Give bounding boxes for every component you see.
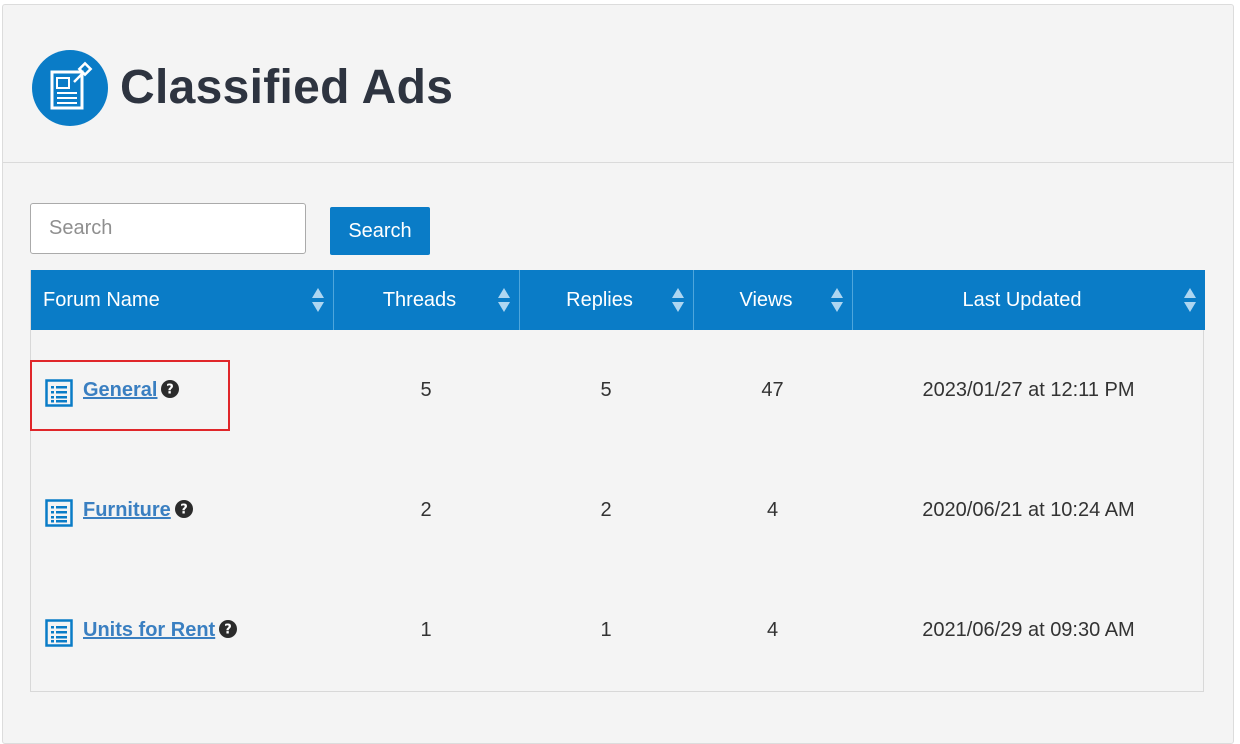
forum-table: Forum Name Threads Replies Views Last Up… — [30, 270, 1205, 692]
column-header-replies[interactable]: Replies — [519, 270, 693, 330]
forum-list-icon — [45, 619, 73, 647]
threads-cell: 5 — [420, 379, 432, 401]
help-icon[interactable]: ? — [174, 500, 193, 518]
forum-list-icon — [45, 379, 73, 407]
sort-icon — [672, 288, 684, 312]
last-updated-cell: 2020/06/21 at 10:24 AM — [922, 499, 1135, 521]
sort-icon — [312, 288, 324, 312]
views-cell: 4 — [766, 499, 779, 521]
forum-name-cell: Units for Rent ? — [45, 570, 238, 690]
views-cell: 47 — [761, 379, 784, 401]
forum-list-icon — [45, 499, 73, 527]
forum-link-general[interactable]: General — [83, 379, 157, 402]
replies-cell: 5 — [600, 379, 612, 401]
forum-link-units-for-rent[interactable]: Units for Rent — [83, 619, 215, 642]
help-icon[interactable]: ? — [219, 620, 238, 638]
last-updated-cell: 2023/01/27 at 12:11 PM — [922, 379, 1135, 401]
search-input[interactable] — [30, 203, 306, 254]
column-header-forum-name[interactable]: Forum Name — [31, 270, 333, 330]
page-header: Classified Ads — [3, 5, 1233, 163]
table-row: Units for Rent ? 1 1 4 2021/06/29 at 09:… — [31, 570, 1203, 690]
column-header-views[interactable]: Views — [693, 270, 852, 330]
table-row: General ? 5 5 47 2023/01/27 at 12:11 PM — [31, 330, 1203, 450]
help-icon[interactable]: ? — [161, 380, 180, 398]
column-header-last-updated[interactable]: Last Updated — [852, 270, 1205, 330]
table-header: Forum Name Threads Replies Views Last Up… — [31, 270, 1205, 330]
svg-text:?: ? — [180, 503, 188, 518]
replies-cell: 1 — [600, 619, 612, 641]
classified-ads-logo-icon — [32, 50, 108, 126]
forum-name-cell: Furniture ? — [45, 450, 193, 570]
column-header-threads[interactable]: Threads — [333, 270, 519, 330]
views-cell: 4 — [766, 619, 779, 641]
table-row: Furniture ? 2 2 4 2020/06/21 at 10:24 AM — [31, 450, 1203, 570]
forum-name-cell: General ? — [45, 330, 180, 450]
threads-cell: 1 — [420, 619, 432, 641]
page-title: Classified Ads — [120, 61, 454, 114]
threads-cell: 2 — [420, 499, 432, 521]
last-updated-cell: 2021/06/29 at 09:30 AM — [922, 619, 1135, 641]
search-button[interactable]: Search — [330, 207, 430, 255]
svg-text:?: ? — [224, 623, 232, 638]
sort-icon — [831, 288, 843, 312]
replies-cell: 2 — [600, 499, 612, 521]
forum-link-furniture[interactable]: Furniture — [83, 499, 171, 522]
svg-text:?: ? — [167, 383, 175, 398]
sort-icon — [1184, 288, 1196, 312]
sort-icon — [498, 288, 510, 312]
